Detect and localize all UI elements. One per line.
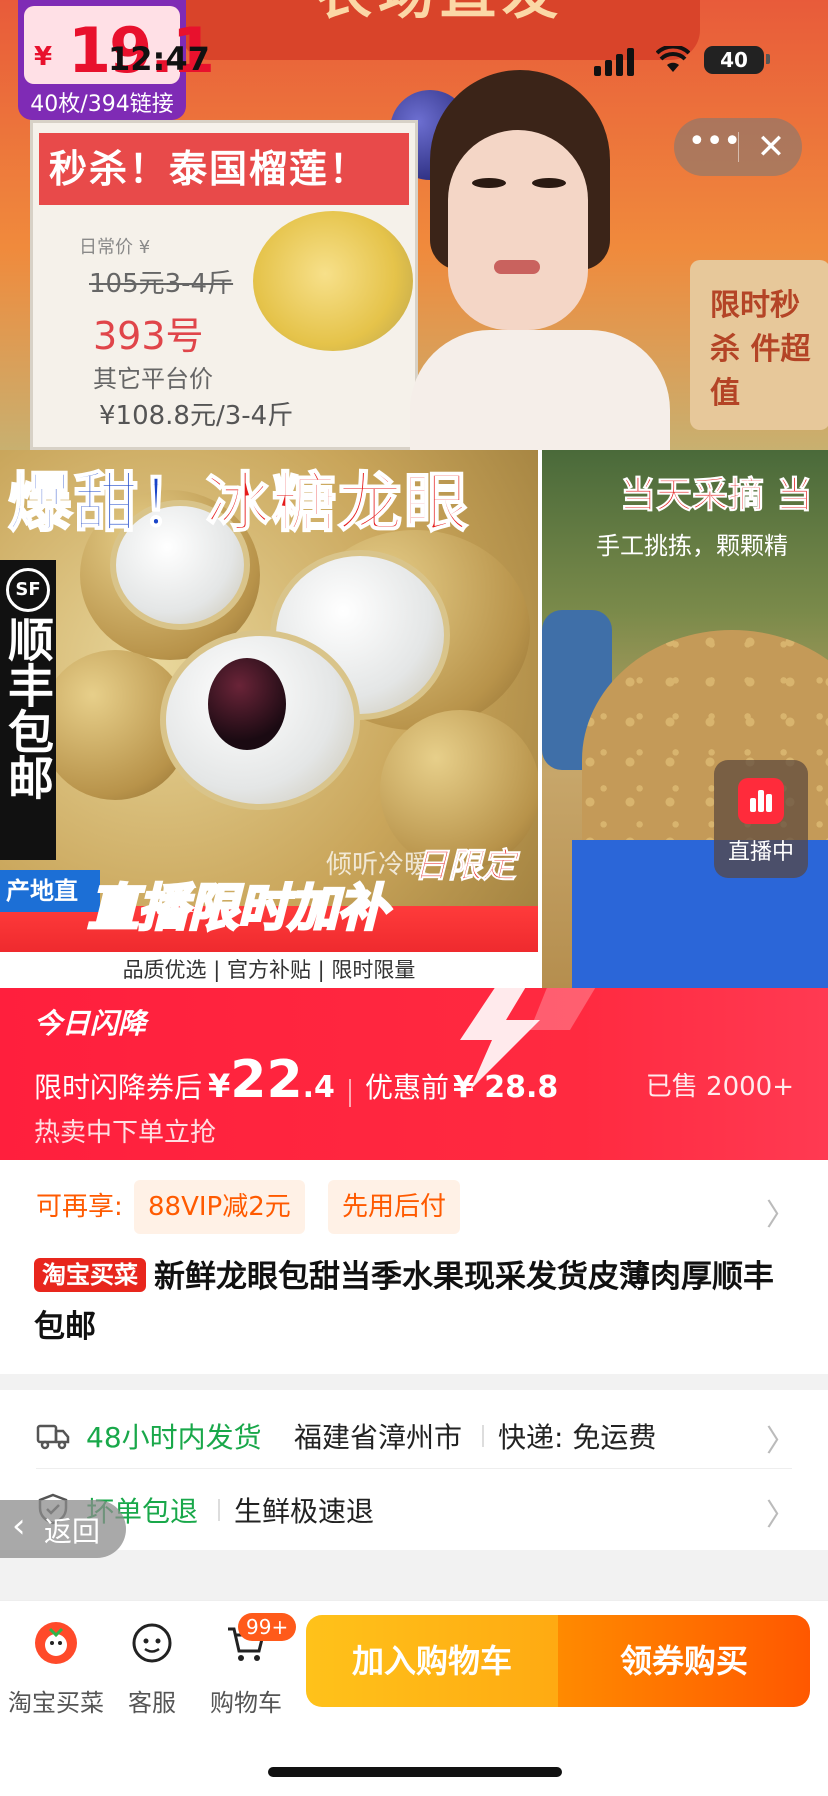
customer-service-icon <box>132 1623 172 1663</box>
chevron-left-icon: ‹ <box>12 1506 26 1546</box>
flash-sale-hint: 热卖中下单立抢 <box>34 1118 217 1148</box>
express-fee: 快递: 免运费 <box>498 1421 657 1454</box>
image-headline: 爆甜！冰糖龙眼 <box>7 466 470 542</box>
flash-sale-title: 今日闪降 <box>34 1007 147 1040</box>
chevron-right-icon: 〉 <box>766 1424 796 1459</box>
flash-price-line: 限时闪降券后 ¥22.4 优惠前 ¥ 28.8 <box>34 1050 559 1110</box>
live-price-subtitle: 40枚/394链接 <box>30 92 174 117</box>
sign-number: 393号 <box>93 314 204 358</box>
ship-time: 48小时内发货 <box>86 1421 262 1454</box>
durian-image <box>253 211 413 351</box>
shipping-row[interactable]: 48小时内发货 福建省漳州市 快递: 免运费 〉 <box>0 1398 828 1472</box>
side-image-subtitle: 手工挑拣，颗颗精 <box>596 532 788 560</box>
taobao-maicai-icon <box>35 1622 77 1664</box>
benefit-chip-vip[interactable]: 88VIP减2元 <box>134 1180 305 1234</box>
side-image-title: 当天采摘 当 <box>620 475 814 517</box>
home-indicator <box>268 1767 562 1777</box>
live-host <box>410 70 670 450</box>
live-stream-window[interactable]: 农场直发 限时秒杀 件超值 秒杀！泰国榴莲！ 日常价 ¥ 105元3-4斤 39… <box>0 0 828 450</box>
live-now-label: 直播中 <box>727 840 794 865</box>
product-gallery[interactable]: 爆甜！冰糖龙眼 SF 顺丰包邮 产地直 倾听冷暖 日限定 直播限时加补 品质优选… <box>0 450 828 988</box>
nav-customer-service[interactable]: 客服 <box>104 1619 200 1717</box>
live-now-button[interactable]: 直播中 <box>714 760 808 878</box>
benefits-label: 可再享: <box>36 1192 123 1222</box>
truck-icon <box>36 1424 70 1450</box>
sign-other-price: ¥108.8元/3-4斤 <box>99 401 294 431</box>
flash-price-label: 限时闪降券后 <box>34 1071 203 1104</box>
sign-other-label: 其它平台价 <box>93 365 213 393</box>
taobao-maicai-tag: 淘宝买菜 <box>34 1258 146 1292</box>
limit-tag: 日限定 <box>414 846 517 887</box>
flash-price-int: 22 <box>230 1050 303 1110</box>
product-title: 淘宝买菜 新鲜龙眼包甜当季水果现采发货皮薄肉厚顺丰包邮 <box>34 1252 794 1352</box>
promo-text: 直播限时加补 <box>87 878 390 939</box>
origin-tag: 产地直 <box>0 870 100 912</box>
product-detail-page: 农场直发 限时秒杀 件超值 秒杀！泰国榴莲！ 日常价 ¥ 105元3-4斤 39… <box>0 0 828 1796</box>
sf-logo-icon: SF <box>6 568 50 612</box>
nav-label: 购物车 <box>210 1689 282 1717</box>
price-sign: 秒杀！泰国榴莲！ 日常价 ¥ 105元3-4斤 393号 其它平台价 ¥108.… <box>30 120 418 450</box>
flash-price-dec: .4 <box>302 1070 335 1105</box>
original-price-label: 优惠前 <box>364 1071 449 1104</box>
product-info-card: 可再享: 88VIP减2元 先用后付 〉 淘宝买菜 新鲜龙眼包甜当季水果现采发货皮… <box>0 1160 828 1374</box>
background-board-text: 限时秒杀 件超值 <box>710 288 811 411</box>
sf-text: 顺丰包邮 <box>1 616 55 800</box>
cart-badge: 99+ <box>238 1613 297 1641</box>
ship-origin: 福建省漳州市 <box>294 1421 463 1454</box>
status-time: 12:47 <box>108 40 210 78</box>
secondary-product-image[interactable]: 当天采摘 当 手工挑拣，颗颗精 <box>542 450 828 988</box>
close-icon[interactable]: ✕ <box>746 122 796 172</box>
live-window-controls: ••• ✕ <box>674 118 802 176</box>
sign-daily-price: 105元3-4斤 <box>89 269 234 299</box>
quality-tags: 品质优选 | 官方补贴 | 限时限量 <box>0 952 538 988</box>
flash-sale-banner: 今日闪降 限时闪降券后 ¥22.4 优惠前 ¥ 28.8 已售 2000+ 热卖中下单… <box>0 988 828 1160</box>
more-icon[interactable]: ••• <box>688 122 741 172</box>
longan-seed <box>208 658 286 750</box>
sign-daily-label: 日常价 ¥ <box>79 237 151 258</box>
original-price: ¥ 28.8 <box>452 1070 559 1105</box>
live-icon <box>738 778 784 824</box>
main-product-image[interactable]: 爆甜！冰糖龙眼 SF 顺丰包邮 产地直 倾听冷暖 日限定 直播限时加补 品质优选… <box>0 450 538 988</box>
battery-icon: 40 <box>704 46 764 74</box>
benefit-chip-pay-later[interactable]: 先用后付 <box>328 1180 461 1234</box>
status-icons: 40 <box>594 44 794 76</box>
back-button[interactable]: ‹ 返回 <box>0 1500 126 1558</box>
nav-cart[interactable]: 99+ 购物车 <box>198 1613 297 1717</box>
nav-label: 客服 <box>128 1689 176 1717</box>
buy-with-coupon-button[interactable]: 领券购买 <box>558 1615 810 1707</box>
sign-title: 秒杀！泰国榴莲！ <box>39 133 409 205</box>
chevron-right-icon[interactable]: 〉 <box>766 1190 796 1234</box>
price-currency: ¥ <box>34 42 53 72</box>
chevron-right-icon: 〉 <box>766 1498 796 1533</box>
bottom-action-bar: 淘宝买菜 客服 99+ 购物车 加入购物车 领券购买 <box>0 1600 828 1796</box>
wifi-icon <box>656 46 690 72</box>
sf-express-badge: SF 顺丰包邮 <box>0 560 56 860</box>
nav-taobao-maicai[interactable]: 淘宝买菜 <box>8 1619 104 1717</box>
add-to-cart-button[interactable]: 加入购物车 <box>306 1615 558 1707</box>
back-label: 返回 <box>44 1515 101 1548</box>
guarantee-detail: 生鲜极速退 <box>234 1495 375 1528</box>
sold-count: 已售 2000+ <box>645 1072 794 1102</box>
nav-label: 淘宝买菜 <box>8 1689 104 1717</box>
background-board: 限时秒杀 件超值 <box>690 260 828 430</box>
flash-price-currency: ¥ <box>208 1067 231 1105</box>
